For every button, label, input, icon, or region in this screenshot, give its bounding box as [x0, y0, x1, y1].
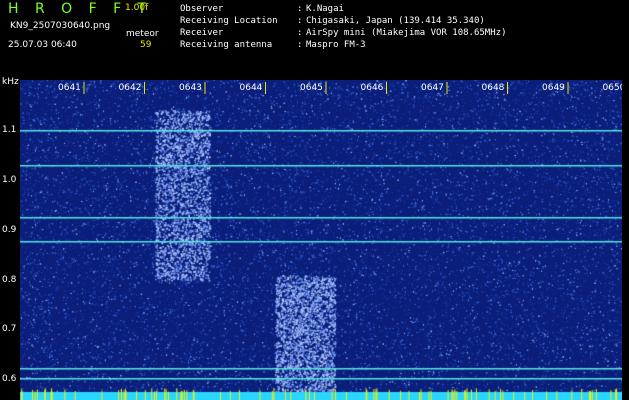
x-tick-label: 0647: [421, 83, 444, 93]
x-tick-label: 0642: [119, 83, 142, 93]
timestamp: 25.07.03 06:40: [8, 40, 77, 50]
meteor-count: 59: [140, 40, 152, 50]
mode-label: meteor: [126, 29, 159, 39]
app-version: 1.00f: [125, 3, 149, 13]
info-sep: :: [297, 28, 303, 38]
y-tick-label: 1.1: [2, 125, 17, 135]
info-key-location: Receiving Location: [180, 16, 278, 26]
info-value-observer: K.Nagai: [306, 4, 344, 14]
x-tick-label: 0644: [240, 83, 263, 93]
y-tick-label: 0.9: [2, 225, 17, 235]
info-sep: :: [297, 40, 303, 50]
y-tick-label: 1.0: [2, 175, 17, 185]
y-tick-label: 0.8: [2, 275, 17, 285]
info-sep: :: [297, 16, 303, 26]
info-key-observer: Observer: [180, 4, 224, 14]
y-tick-label: 0.7: [2, 324, 17, 334]
x-tick-label: 0650: [603, 83, 623, 93]
x-tick-label: 0646: [361, 83, 384, 93]
x-tick-label: 0649: [542, 83, 565, 93]
file-name: KN9_2507030640.png: [10, 21, 111, 31]
info-sep: :: [297, 4, 303, 14]
info-key-receiver: Receiver: [180, 28, 224, 38]
info-value-receiver: AirSpy mini (Miakejima VOR 108.65MHz): [306, 28, 507, 38]
spectrogram-overlay: 0641 0642 0643 0644 0645 0646 0647 0648 0649 0650: [58, 82, 623, 94]
y-tick-label: 0.6: [2, 374, 17, 384]
header: H R O F F T 1.00f KN9_2507030640.png met…: [0, 0, 629, 76]
x-tick-label: 0643: [179, 83, 202, 93]
x-tick-label: 0641: [58, 83, 81, 93]
info-value-location: Chigasaki, Japan (139.414 35.340): [306, 16, 485, 26]
info-key-antenna: Receiving antenna: [180, 40, 273, 50]
info-value-antenna: Maspro FM-3: [306, 40, 366, 50]
x-tick-label: 0648: [482, 83, 505, 93]
x-tick-label: 0645: [300, 83, 323, 93]
y-axis-label: kHz: [2, 77, 19, 87]
